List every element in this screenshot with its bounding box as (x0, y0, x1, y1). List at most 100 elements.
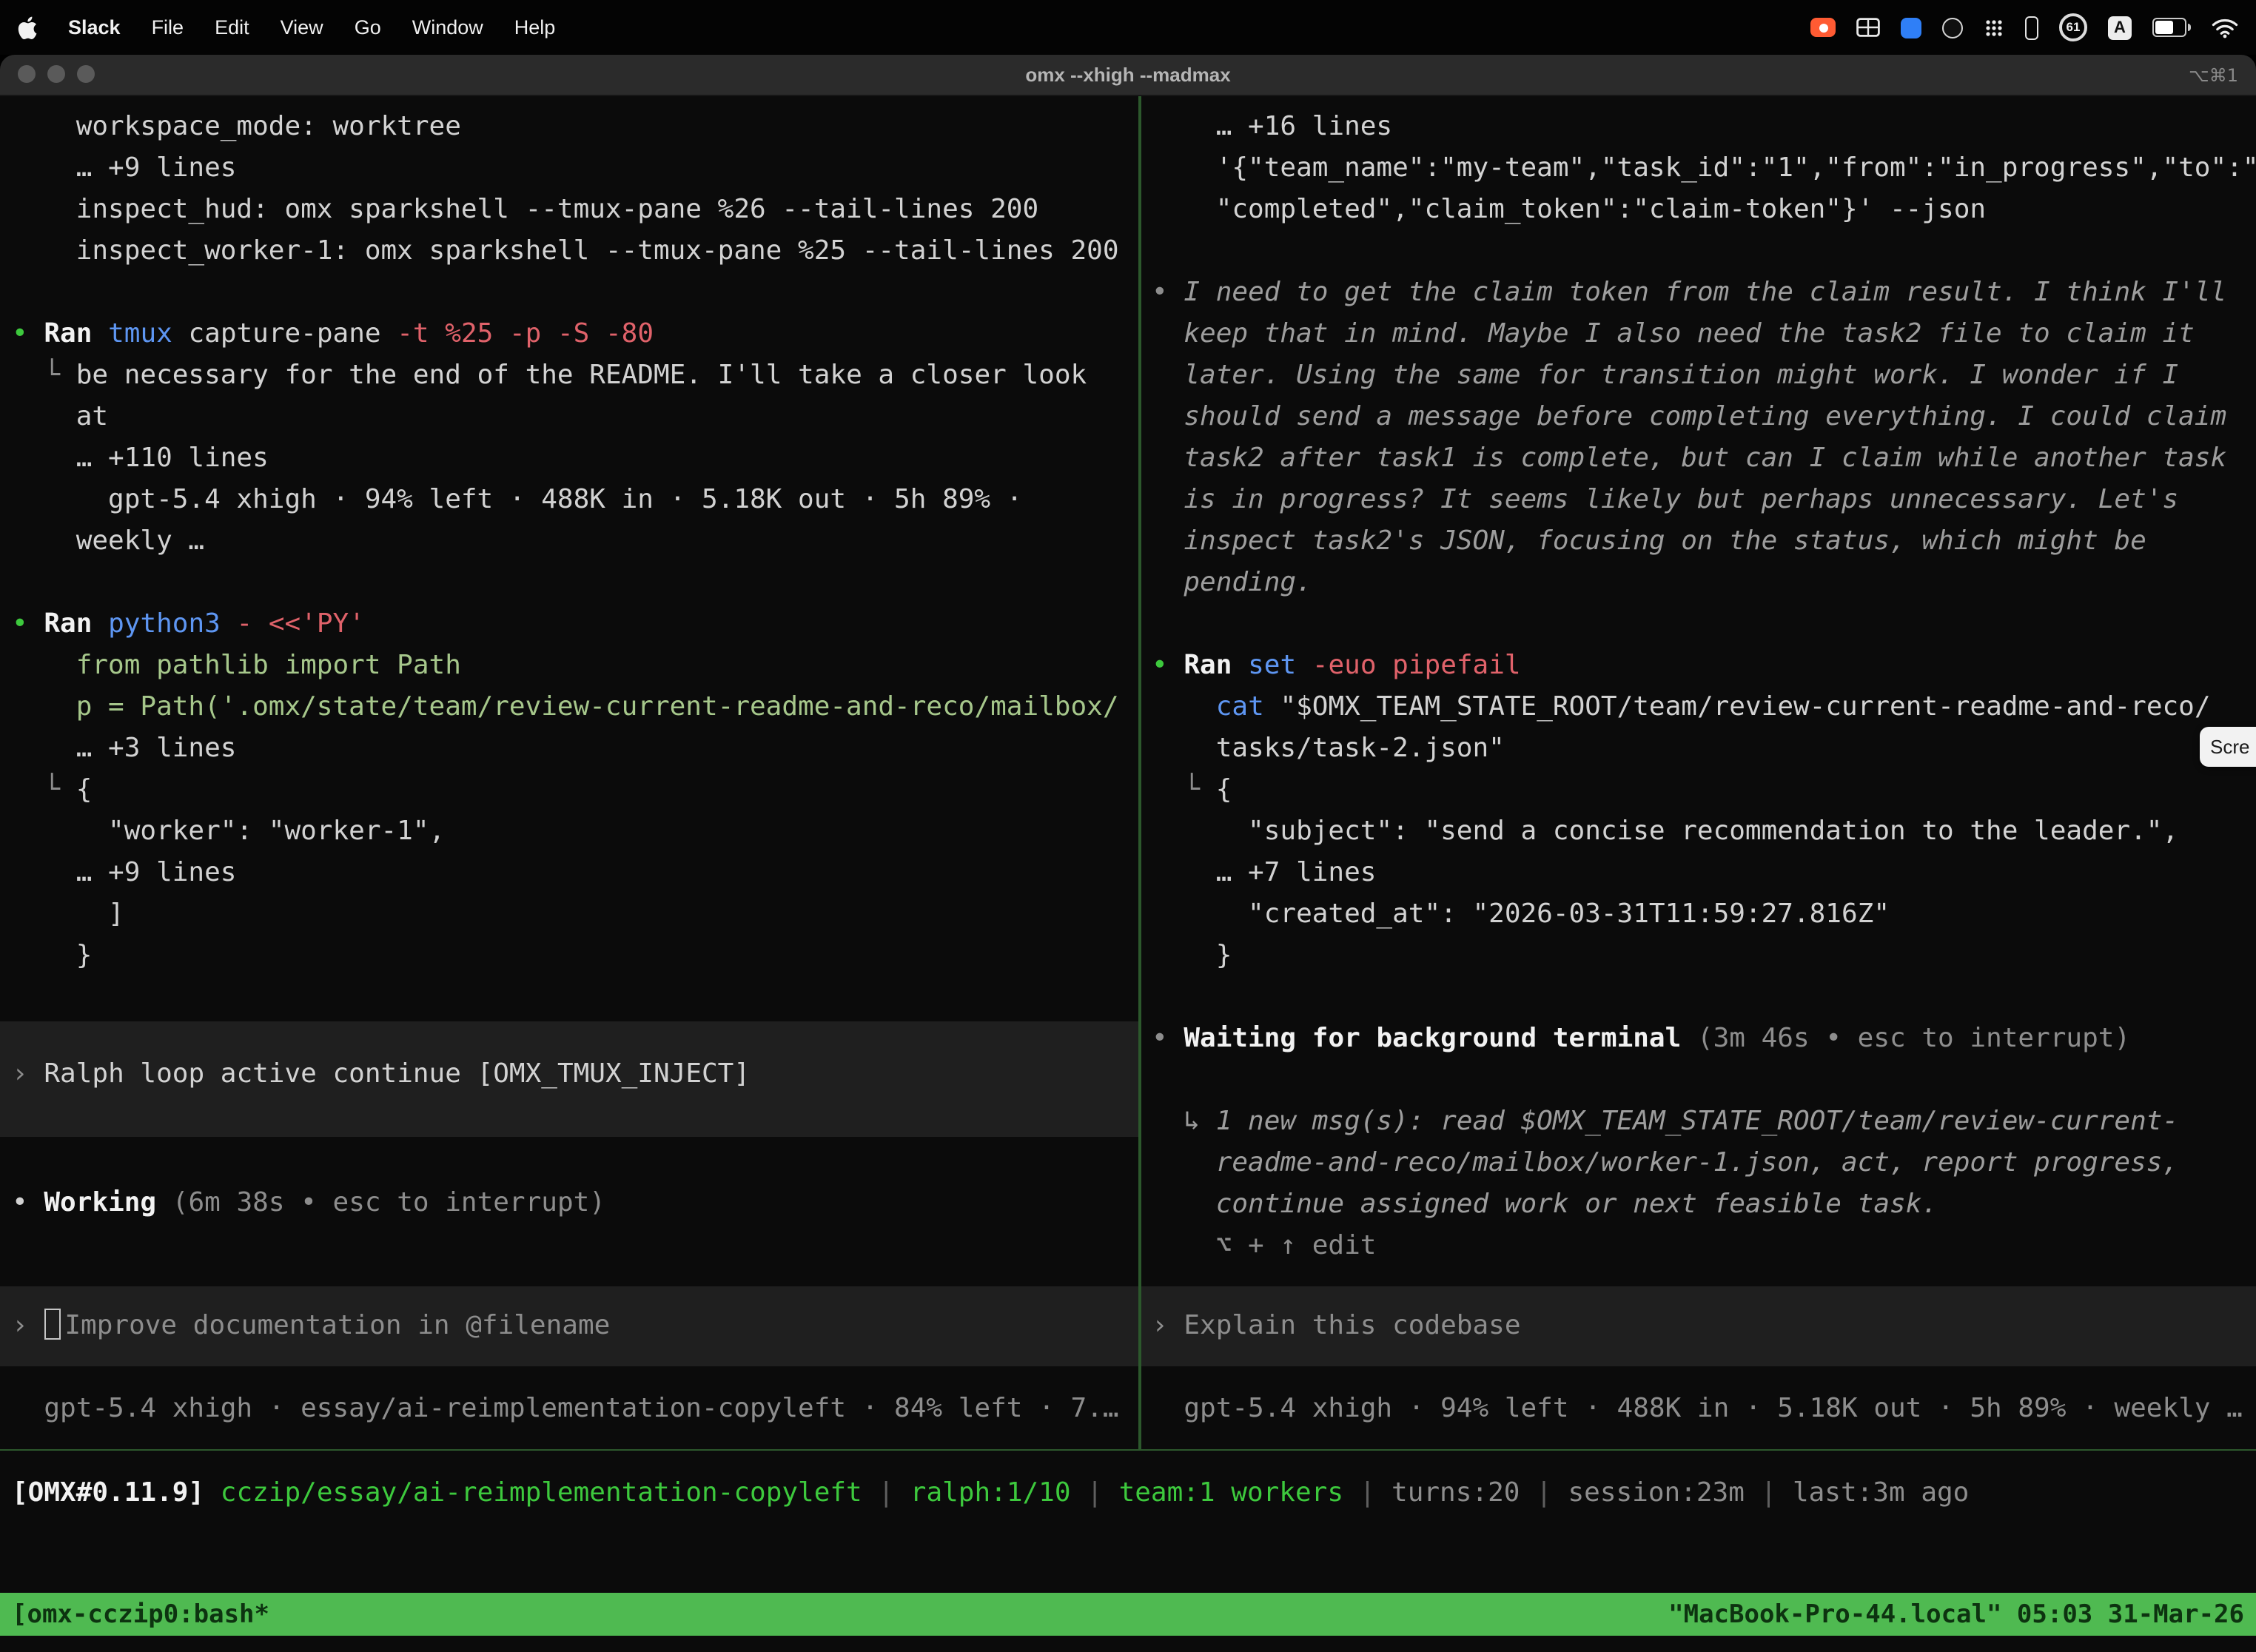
terminal-line: from pathlib import Path (12, 645, 1138, 687)
terminal-line: "worker": "worker-1", (12, 811, 1138, 853)
traffic-lights (18, 65, 95, 83)
working-status: • Working (6m 38s • esc to interrupt) (12, 1183, 1138, 1224)
terminal-line: later. Using the same for transition mig… (1152, 355, 2256, 397)
terminal-line: ] (12, 894, 1138, 936)
menu-bar-left: Slack File Edit View Go Window Help (18, 16, 555, 39)
right-prompt-input[interactable]: › Explain this codebase (1141, 1286, 2256, 1366)
menu-edit[interactable]: Edit (215, 16, 249, 38)
menu-file[interactable]: File (152, 16, 184, 38)
terminal-line: ⌥ + ↑ edit (1152, 1226, 2256, 1267)
left-terminal-output: workspace_mode: worktree … +9 lines insp… (12, 107, 1138, 977)
terminal-line (1152, 604, 2256, 645)
menu-view[interactable]: View (281, 16, 323, 38)
input-source-label: A (2114, 16, 2126, 39)
terminal-line: task2 after task1 is complete, but can I… (1152, 438, 2256, 480)
app-menu-slack[interactable]: Slack (68, 16, 121, 38)
terminal-line: p = Path('.omx/state/team/review-current… (12, 687, 1138, 728)
terminal-line: ↳ 1 new msg(s): read $OMX_TEAM_STATE_ROO… (1152, 1101, 2256, 1143)
desktop: Slack File Edit View Go Window Help 61 A (0, 0, 2256, 1652)
terminal-line: … +9 lines (12, 853, 1138, 894)
dots-grid-icon[interactable] (1984, 17, 2004, 38)
terminal-line: › Improve documentation in @filename (12, 1306, 610, 1347)
zoom-button[interactable] (77, 65, 95, 83)
terminal-line: … +7 lines (1152, 853, 2256, 894)
ralph-loop-banner-text: › Ralph loop active continue [OMX_TMUX_I… (12, 1054, 1138, 1095)
terminal-line: └ { (1152, 770, 2256, 811)
window-shortcut-hint: ⌥⌘1 (2189, 64, 2238, 85)
terminal-line: › Explain this codebase (1152, 1306, 1521, 1347)
right-terminal-pane[interactable]: … +16 lines '{"team_name":"my-team","tas… (1141, 96, 2256, 1449)
terminal-line: "created_at": "2026-03-31T11:59:27.816Z" (1152, 894, 2256, 936)
terminal-line (12, 563, 1138, 604)
terminal-line: gpt-5.4 xhigh · 94% left · 488K in · 5.1… (12, 480, 1138, 521)
terminal-line: continue assigned work or next feasible … (1152, 1184, 2256, 1226)
battery-icon[interactable] (2152, 18, 2191, 37)
dark-circle-app-icon[interactable] (1942, 17, 1963, 38)
battery-percent-label: 61 (2067, 16, 2081, 38)
terminal-line: • Waiting for background terminal (3m 46… (1152, 1018, 2256, 1060)
grid-window-icon[interactable] (1856, 18, 1880, 37)
terminal-line: '{"team_name":"my-team","task_id":"1","f… (1152, 148, 2256, 189)
window-title: omx --xhigh --madmax (1025, 64, 1230, 86)
screen-overlay-label: Scre (2210, 736, 2249, 758)
battery-fill (2155, 21, 2173, 34)
terminal-line: … +16 lines (1152, 107, 2256, 148)
battery-percent-gauge-icon[interactable]: 61 (2059, 13, 2087, 41)
apple-menu-icon[interactable] (18, 16, 37, 39)
menu-help[interactable]: Help (514, 16, 556, 38)
apple-logo (18, 16, 37, 39)
terminal-line: } (12, 936, 1138, 977)
terminal-line (1152, 977, 2256, 1018)
menu-window[interactable]: Window (412, 16, 483, 38)
terminal-line: • I need to get the claim token from the… (1152, 272, 2256, 314)
left-prompt-input[interactable]: › Improve documentation in @filename (0, 1286, 1138, 1366)
terminal-line: • Ran set -euo pipefail (1152, 645, 2256, 687)
wifi-icon[interactable] (2212, 17, 2238, 38)
screen-recording-indicator-icon[interactable] (1810, 18, 1836, 37)
raycast-icon[interactable] (1901, 17, 1921, 38)
terminal-line: … +3 lines (12, 728, 1138, 770)
terminal-line: • Working (6m 38s • esc to interrupt) (12, 1183, 1138, 1224)
terminal-window: omx --xhigh --madmax ⌥⌘1 workspace_mode:… (0, 55, 2256, 1652)
terminal-line: readme-and-reco/mailbox/worker-1.json, a… (1152, 1143, 2256, 1184)
terminal-line: "completed","claim_token":"claim-token"}… (1152, 189, 2256, 231)
omx-status-bar: [OMX#0.11.9] cczip/essay/ai-reimplementa… (0, 1473, 2256, 1514)
terminal-line: keep that in mind. Maybe I also need the… (1152, 314, 2256, 355)
terminal-line: cat "$OMX_TEAM_STATE_ROOT/team/review-cu… (1152, 687, 2256, 728)
terminal-line: pending. (1152, 563, 2256, 604)
screen-overlay-button[interactable]: Scre (2200, 727, 2256, 767)
left-pane-status: gpt-5.4 xhigh · essay/ai-reimplementatio… (0, 1389, 1138, 1430)
tmux-host-clock-label: "MacBook-Pro-44.local" 05:03 31-Mar-26 (1668, 1599, 2244, 1629)
terminal-line: should send a message before completing … (1152, 397, 2256, 438)
right-prompt-text: › Explain this codebase (1152, 1306, 1521, 1347)
terminal-line: gpt-5.4 xhigh · 94% left · 488K in · 5.1… (1152, 1389, 2256, 1430)
terminal-line: is in progress? It seems likely but perh… (1152, 480, 2256, 521)
pane-bottom-border (0, 1449, 2256, 1451)
menu-go[interactable]: Go (355, 16, 381, 38)
terminal-line: • Ran tmux capture-pane -t %25 -p -S -80 (12, 314, 1138, 355)
tmux-session-label: [omx-cczip0:bash* (12, 1599, 269, 1629)
tmux-panes: workspace_mode: worktree … +9 lines insp… (0, 96, 2256, 1449)
window-title-bar[interactable]: omx --xhigh --madmax ⌥⌘1 (0, 55, 2256, 96)
mobile-device-icon[interactable] (2025, 16, 2038, 39)
left-terminal-pane[interactable]: workspace_mode: worktree … +9 lines insp… (0, 96, 1138, 1449)
close-button[interactable] (18, 65, 36, 83)
terminal-line: inspect_worker-1: omx sparkshell --tmux-… (12, 231, 1138, 272)
text-cursor (44, 1309, 60, 1340)
terminal-line: } (1152, 936, 2256, 977)
terminal-line: gpt-5.4 xhigh · essay/ai-reimplementatio… (12, 1389, 1138, 1430)
input-source-icon[interactable]: A (2108, 16, 2132, 39)
ralph-loop-banner: › Ralph loop active continue [OMX_TMUX_I… (0, 1021, 1138, 1137)
menu-bar: Slack File Edit View Go Window Help 61 A (0, 0, 2256, 55)
terminal-line: • Ran python3 - <<'PY' (12, 604, 1138, 645)
terminal-line (1152, 1060, 2256, 1101)
terminal-line: … +9 lines (12, 148, 1138, 189)
menu-bar-status-icons: 61 A (1810, 13, 2238, 41)
minimize-button[interactable] (47, 65, 65, 83)
terminal-line: tasks/task-2.json" (1152, 728, 2256, 770)
terminal-line: weekly … (12, 521, 1138, 563)
terminal-line: inspect task2's JSON, focusing on the st… (1152, 521, 2256, 563)
left-prompt-text: › Improve documentation in @filename (12, 1306, 610, 1347)
terminal-line: "subject": "send a concise recommendatio… (1152, 811, 2256, 853)
terminal-line: └ be necessary for the end of the README… (12, 355, 1138, 397)
